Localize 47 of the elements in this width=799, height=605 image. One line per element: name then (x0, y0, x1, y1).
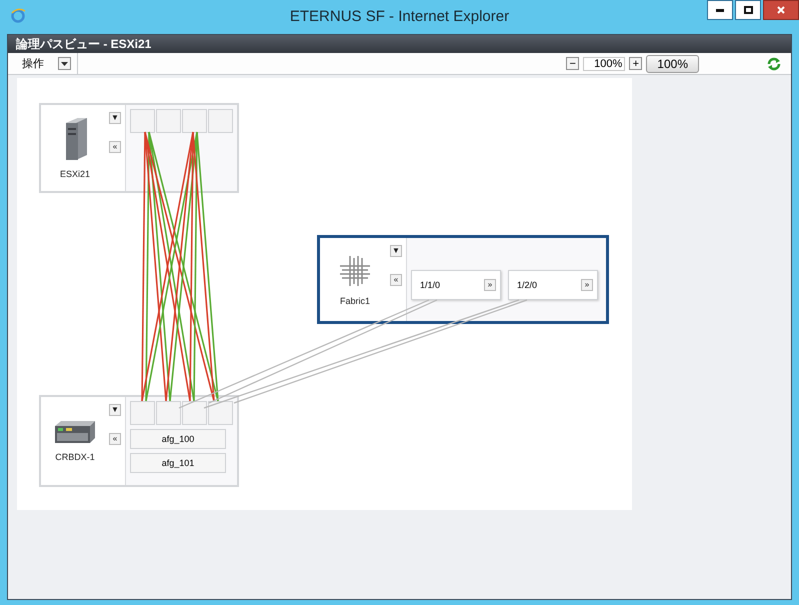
port-slot[interactable] (182, 109, 207, 133)
close-icon (777, 6, 785, 14)
zoom-in-button[interactable]: + (629, 57, 642, 70)
collapse-button[interactable]: « (109, 433, 121, 445)
port-label: 1/1/0 (420, 280, 440, 290)
minimize-icon (716, 8, 724, 12)
panel-title: 論理パスビュー - ESXi21 (16, 36, 152, 52)
minimize-button[interactable] (707, 0, 733, 20)
port-label: 1/2/0 (517, 280, 538, 290)
port-slot[interactable] (130, 401, 155, 425)
close-button[interactable] (763, 0, 799, 20)
zoom-reset-button[interactable]: 100% (646, 54, 699, 72)
node-menu-button[interactable]: ▼ (390, 245, 402, 257)
node-card[interactable]: Fabric1 ▼ « 1/1/0 » 1/2/0 » (317, 235, 609, 324)
port-slot[interactable] (182, 401, 207, 425)
port-slot[interactable] (156, 401, 181, 425)
expand-button[interactable]: » (484, 279, 496, 291)
node-menu-button[interactable]: ▼ (109, 112, 121, 124)
collapse-button[interactable]: « (109, 141, 121, 153)
storage-unit-icon (53, 420, 97, 444)
port-box[interactable]: 1/2/0 » (508, 270, 598, 300)
fabric-grid-icon (338, 254, 372, 288)
port-slot[interactable] (208, 109, 233, 133)
node-menu-button[interactable]: ▼ (109, 404, 121, 416)
node-label: Fabric1 (340, 296, 370, 306)
zoom-field[interactable]: 100% (583, 56, 626, 70)
collapse-button[interactable]: « (390, 274, 402, 286)
affinity-group-button[interactable]: afg_101 (130, 453, 226, 473)
affinity-group-button[interactable]: afg_100 (130, 429, 226, 449)
port-slot[interactable] (156, 109, 181, 133)
caret-icon (61, 62, 68, 66)
window-title: ETERNUS SF - Internet Explorer (288, 8, 510, 25)
node-label: CRBDX-1 (55, 452, 95, 462)
browser-logo-icon (10, 8, 26, 24)
maximize-icon (744, 6, 752, 14)
port-box[interactable]: 1/1/0 » (411, 270, 501, 300)
node-label: ESXi21 (60, 169, 90, 179)
node-card[interactable]: ESXi21 ▼ « (39, 103, 239, 193)
expand-button[interactable]: » (581, 279, 593, 291)
maximize-button[interactable] (735, 0, 761, 20)
port-slot[interactable] (130, 109, 155, 133)
port-slot[interactable] (208, 401, 233, 425)
zoom-out-button[interactable]: − (566, 57, 580, 70)
dropdown-button[interactable] (58, 57, 71, 70)
menu-label: 操作 (22, 57, 44, 71)
node-card[interactable]: CRBDX-1 ▼ « afg_100 afg_101 (39, 395, 239, 487)
refresh-icon[interactable] (767, 56, 781, 70)
